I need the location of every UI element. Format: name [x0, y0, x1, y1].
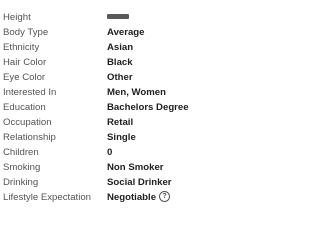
- detail-value: [107, 10, 129, 25]
- detail-row-eye-color: Eye Color Other: [0, 70, 205, 85]
- question-circle-icon[interactable]: ?: [159, 190, 171, 202]
- detail-label: Hair Color: [3, 57, 47, 68]
- detail-row-relationship: Relationship Single: [0, 130, 205, 145]
- detail-value: Black: [107, 57, 133, 68]
- detail-label: Interested In: [3, 87, 57, 98]
- detail-row-drinking: Drinking Social Drinker: [0, 175, 205, 190]
- detail-value: Average: [107, 27, 145, 38]
- detail-value: Social Drinker: [107, 177, 172, 188]
- detail-row-children: Children 0: [0, 145, 205, 160]
- detail-row-body-type: Body Type Average: [0, 25, 205, 40]
- redacted-value-bar: [107, 13, 129, 19]
- detail-row-ethnicity: Ethnicity Asian: [0, 40, 205, 55]
- detail-row-education: Education Bachelors Degree: [0, 100, 205, 115]
- detail-label: Occupation: [3, 117, 52, 128]
- detail-row-height: Height: [0, 10, 205, 25]
- detail-value: Other: [107, 72, 133, 83]
- detail-row-smoking: Smoking Non Smoker: [0, 160, 205, 175]
- detail-value: Retail: [107, 117, 134, 128]
- detail-label: Height: [3, 12, 31, 23]
- detail-label: Smoking: [3, 162, 41, 173]
- detail-label: Ethnicity: [3, 42, 40, 53]
- detail-value: Men, Women: [107, 87, 166, 98]
- profile-details-list: Height Body Type Average Ethnicity Asian…: [0, 10, 205, 205]
- detail-label: Drinking: [3, 177, 39, 188]
- detail-label: Lifestyle Expectation: [3, 192, 91, 203]
- detail-value: Bachelors Degree: [107, 102, 189, 113]
- detail-value: Non Smoker: [107, 162, 164, 173]
- detail-label: Eye Color: [3, 72, 46, 83]
- detail-value: 0: [107, 147, 113, 158]
- detail-value-wrapper: Negotiable?: [107, 190, 171, 205]
- detail-row-interested-in: Interested In Men, Women: [0, 85, 205, 100]
- detail-value: Negotiable: [107, 192, 157, 203]
- detail-row-occupation: Occupation Retail: [0, 115, 205, 130]
- detail-label: Education: [3, 102, 46, 113]
- detail-row-lifestyle-expectation: Lifestyle Expectation Negotiable?: [0, 190, 205, 205]
- detail-label: Children: [3, 147, 39, 158]
- detail-label: Body Type: [3, 27, 49, 38]
- detail-row-hair-color: Hair Color Black: [0, 55, 205, 70]
- detail-label: Relationship: [3, 132, 56, 143]
- detail-value: Single: [107, 132, 136, 143]
- detail-value: Asian: [107, 42, 134, 53]
